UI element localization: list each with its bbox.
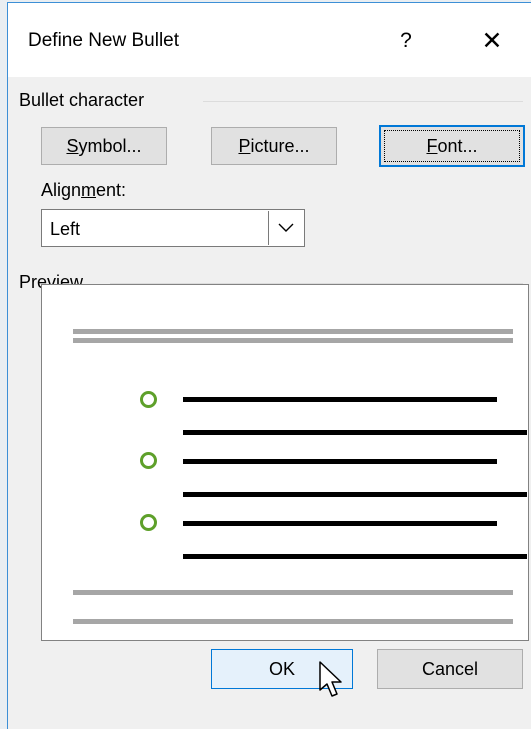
preview-bullet-icon <box>140 452 157 469</box>
preview-text-line <box>183 492 527 497</box>
alignment-dropdown[interactable]: Left <box>41 209 305 247</box>
alignment-selected-value: Left <box>50 219 81 239</box>
symbol-button-label: Symbol... <box>66 136 142 156</box>
picture-button[interactable]: Picture... <box>211 127 337 165</box>
preview-text-line <box>183 459 497 464</box>
preview-pane <box>41 284 529 641</box>
help-button[interactable]: ? <box>388 23 424 59</box>
dialog-title: Define New Bullet <box>28 30 180 51</box>
cancel-button[interactable]: Cancel <box>377 649 523 689</box>
preview-gray-line <box>73 590 513 595</box>
preview-bullet-icon <box>140 391 157 408</box>
preview-bullet-icon <box>140 514 157 531</box>
mouse-pointer-icon <box>319 661 342 697</box>
preview-text-line <box>183 521 497 526</box>
font-button[interactable]: Font... <box>379 125 525 167</box>
define-new-bullet-dialog: Define New Bullet ? ✕ Bullet character S… <box>7 2 531 729</box>
preview-text-line <box>183 554 527 559</box>
preview-gray-line <box>73 338 513 343</box>
preview-text-line <box>183 397 497 402</box>
alignment-label: Alignment: <box>41 180 127 200</box>
close-button[interactable]: ✕ <box>474 23 510 59</box>
preview-gray-line <box>73 619 513 624</box>
preview-text-line <box>183 430 527 435</box>
section-divider <box>203 101 523 102</box>
font-button-label: Font... <box>426 136 478 156</box>
dropdown-arrow-button[interactable] <box>268 211 303 245</box>
picture-button-label: Picture... <box>238 136 310 156</box>
bullet-character-heading: Bullet character <box>19 90 145 110</box>
preview-gray-line <box>73 329 513 334</box>
chevron-down-icon <box>278 223 294 232</box>
symbol-button[interactable]: Symbol... <box>41 127 167 165</box>
title-bar: Define New Bullet ? ✕ <box>8 3 531 77</box>
